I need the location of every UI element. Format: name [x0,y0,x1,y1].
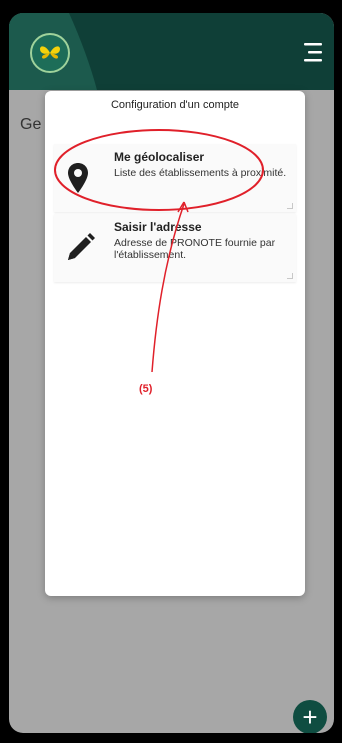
modal-title: Configuration d'un compte [110,99,240,111]
option-geolocate-title: Me géolocaliser [114,150,205,164]
option-geolocate[interactable]: Me géolocaliser Liste des établissements… [54,144,296,212]
menu-icon[interactable] [304,41,322,63]
background-partial-text: Ge [20,116,42,133]
option-enter-address[interactable]: Saisir l'adresse Adresse de PRONOTE four… [54,214,296,282]
location-pin-icon [68,163,88,193]
resize-corner [287,273,293,279]
option-enter-address-description: Adresse de PRONOTE fournie par l'établis… [114,237,276,261]
app-header [9,13,334,90]
account-config-modal: Configuration d'un compte Me géolocalise… [45,91,305,596]
resize-corner [287,203,293,209]
add-account-button[interactable]: + [293,700,327,733]
app-logo-icon [30,33,70,73]
pencil-icon [68,233,95,260]
annotation-step-label: (5) [139,383,153,395]
option-geolocate-description: Liste des établissements à proximité. [114,167,287,179]
option-enter-address-title: Saisir l'adresse [114,220,202,234]
